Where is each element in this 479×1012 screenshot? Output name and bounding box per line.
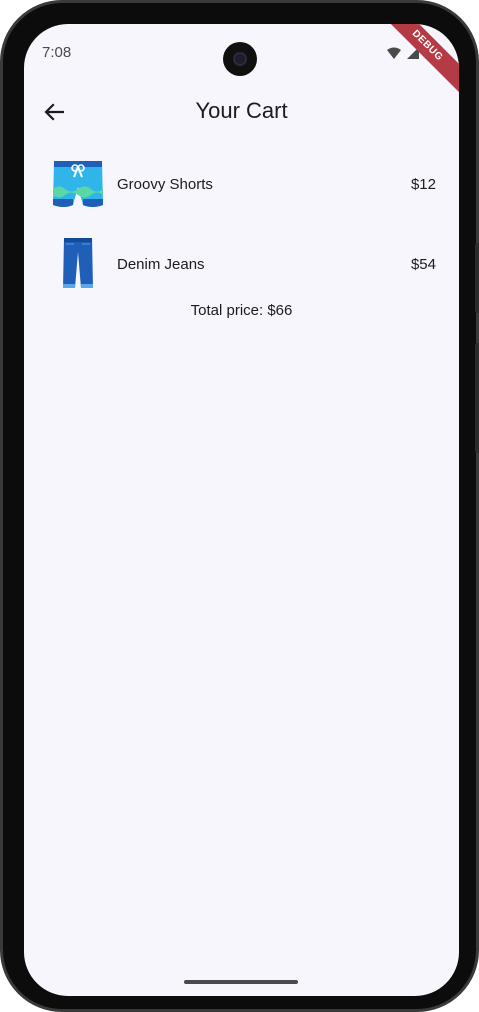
item-name: Denim Jeans <box>117 255 205 273</box>
item-name: Groovy Shorts <box>117 175 213 193</box>
power-button <box>475 243 479 313</box>
shorts-icon <box>50 156 106 212</box>
cart-item[interactable]: Groovy Shorts $12 <box>24 144 459 224</box>
jeans-icon <box>50 236 106 292</box>
total-price: Total price: $66 <box>190 302 293 319</box>
home-indicator[interactable] <box>184 980 298 984</box>
phone-frame: 7:08 DEBUG Your Cart Groovy Shorts $12 D… <box>0 0 479 1012</box>
volume-button <box>475 343 479 453</box>
wifi-icon <box>387 47 401 59</box>
cart-item[interactable]: Denim Jeans $54 <box>24 224 459 304</box>
front-camera <box>223 42 257 76</box>
item-price: $54 <box>410 255 436 273</box>
app-bar: Your Cart <box>24 84 459 140</box>
status-time: 7:08 <box>42 44 72 61</box>
page-title: Your Cart <box>195 98 288 123</box>
cart-list: Groovy Shorts $12 Denim Jeans $54 <box>24 144 459 304</box>
item-price: $12 <box>410 175 436 193</box>
screen: 7:08 DEBUG Your Cart Groovy Shorts $12 D… <box>24 24 459 996</box>
